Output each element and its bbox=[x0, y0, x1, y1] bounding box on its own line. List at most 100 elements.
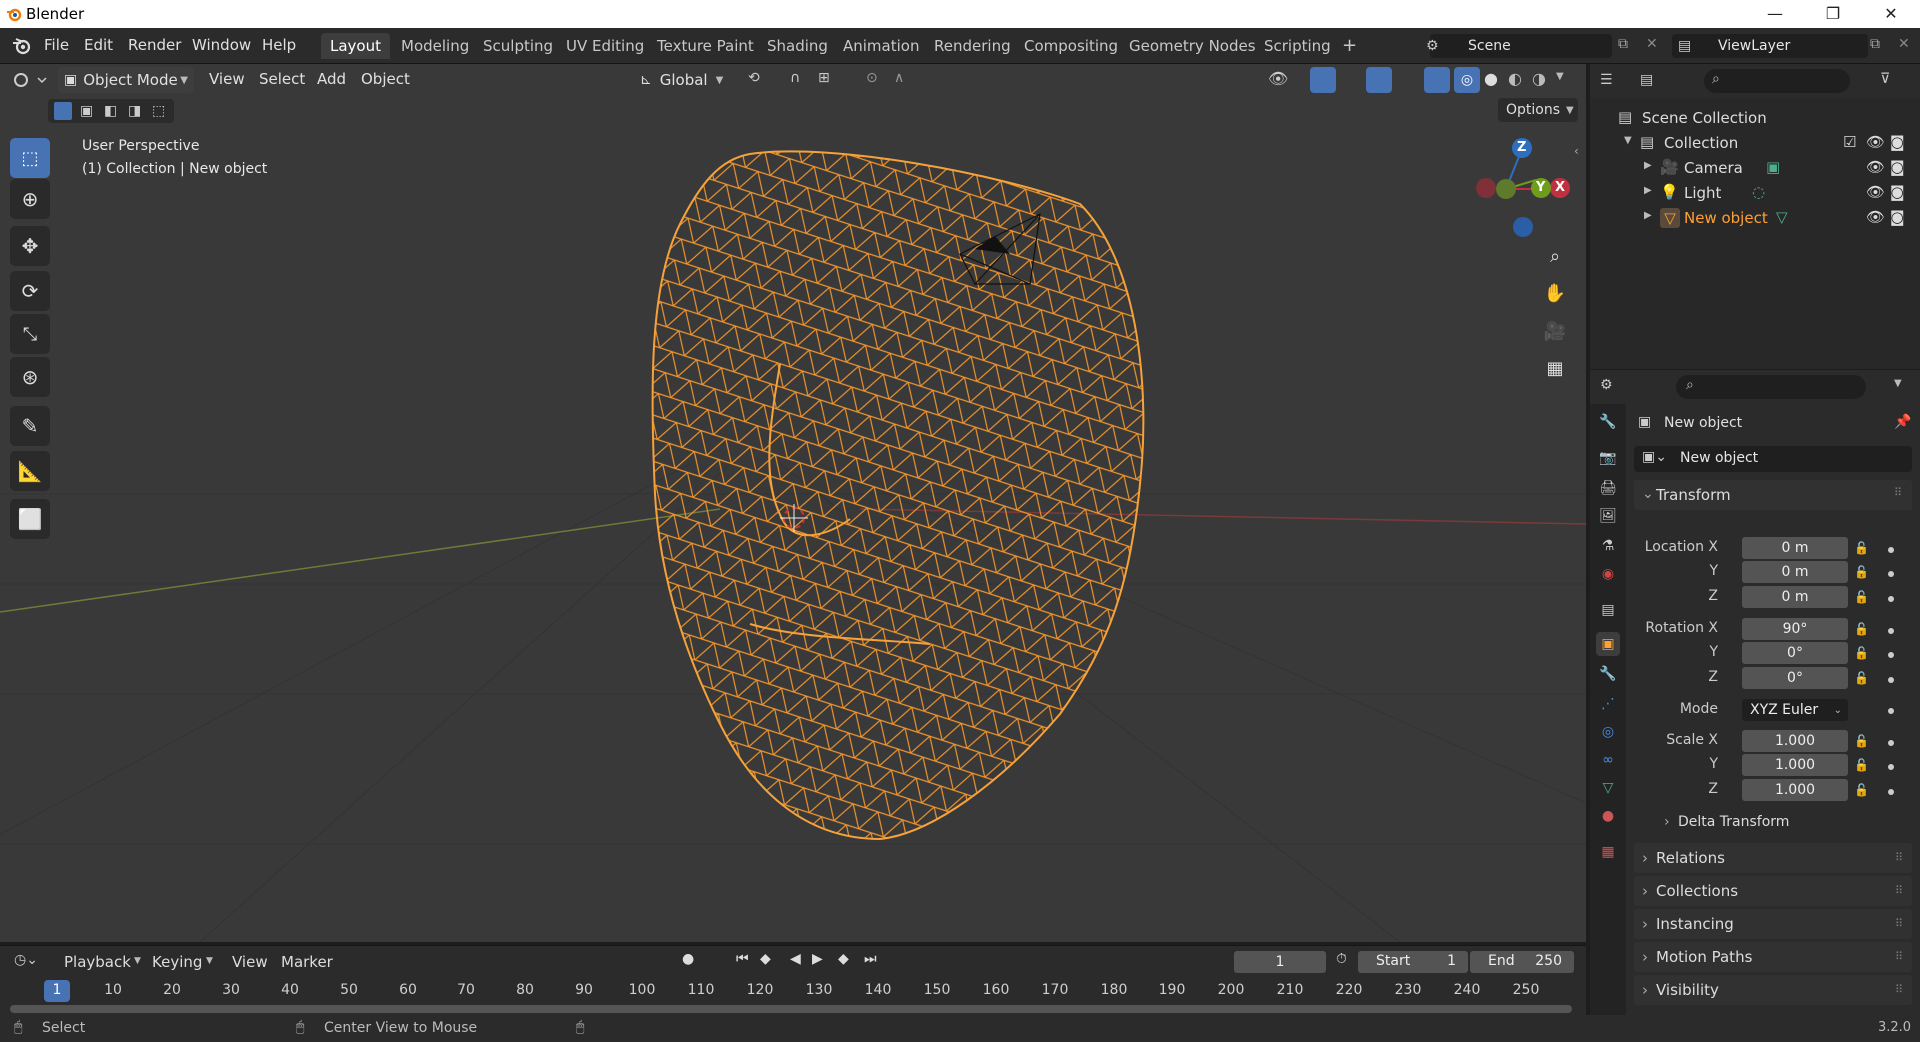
visibility-icon[interactable]: 👁 bbox=[1268, 69, 1288, 88]
lock-icon[interactable]: 🔓 bbox=[1854, 622, 1869, 636]
light-data-icon[interactable]: ◌ bbox=[1752, 183, 1765, 201]
material-shading-icon[interactable]: ◐ bbox=[1508, 69, 1522, 88]
tab-layout[interactable]: Layout bbox=[321, 33, 390, 59]
timeline-editor-icon[interactable]: ◷⌄ bbox=[14, 952, 38, 968]
tab-sculpting[interactable]: Sculpting bbox=[474, 33, 562, 59]
outliner-collection[interactable]: ▼ ▤ Collection ☑ 👁 ◙ bbox=[1590, 131, 1920, 156]
tool-transform[interactable]: ⊛ bbox=[10, 357, 50, 397]
location-x-field[interactable]: 0 m bbox=[1742, 537, 1848, 559]
tab-scene[interactable]: ⚗ bbox=[1596, 534, 1620, 558]
zoom-button[interactable]: ⌕ bbox=[1540, 241, 1570, 271]
expand-chevron-icon[interactable]: ▶ bbox=[1644, 185, 1652, 196]
tool-annotate[interactable]: ✎ bbox=[10, 406, 50, 446]
eye-icon[interactable]: 👁 bbox=[1866, 208, 1885, 226]
xray-toggle-button[interactable] bbox=[1424, 67, 1450, 93]
camera-data-icon[interactable]: ▣ bbox=[1766, 158, 1780, 176]
eye-icon[interactable]: 👁 bbox=[1866, 183, 1885, 201]
overlay-toggle-button[interactable] bbox=[1366, 67, 1392, 93]
tab-rendering[interactable]: Rendering bbox=[925, 33, 1020, 59]
location-y-field[interactable]: 0 m bbox=[1742, 561, 1848, 583]
scene-selector[interactable]: ⚙ Scene bbox=[1426, 34, 1612, 58]
tab-view-layer[interactable]: 🖼 bbox=[1596, 504, 1620, 528]
add-workspace-button[interactable]: + bbox=[1333, 33, 1366, 59]
tab-particles[interactable]: ⋰ bbox=[1596, 692, 1620, 716]
mesh-data-icon[interactable]: ▽ bbox=[1776, 208, 1788, 226]
location-z-field[interactable]: 0 m bbox=[1742, 586, 1848, 608]
delta-transform-subpanel[interactable]: › Delta Transform bbox=[1664, 810, 1904, 836]
object-datablock-field[interactable]: ▣⌄ New object bbox=[1634, 446, 1912, 472]
render-camera-icon[interactable]: ◙ bbox=[1890, 183, 1905, 201]
outliner-item-camera[interactable]: ▶ 🎥 Camera ▣ 👁 ◙ bbox=[1590, 156, 1920, 181]
timeline-menu-playback[interactable]: Playback bbox=[64, 953, 131, 971]
select-extend-icon[interactable]: ▣ bbox=[80, 103, 93, 119]
select-subtract-icon[interactable]: ◧ bbox=[104, 103, 117, 119]
viewport-menu-object[interactable]: Object bbox=[361, 70, 410, 88]
scale-z-field[interactable]: 1.000 bbox=[1742, 779, 1848, 801]
exclude-checkbox[interactable]: ☑ bbox=[1843, 133, 1856, 151]
render-camera-icon[interactable]: ◙ bbox=[1890, 208, 1905, 226]
menu-window[interactable]: Window bbox=[192, 36, 251, 54]
keyframe-dot-icon[interactable] bbox=[1888, 764, 1894, 770]
tab-tool[interactable]: 🔧 bbox=[1596, 410, 1620, 434]
chevron-down-icon[interactable]: ▼ bbox=[1894, 378, 1902, 389]
drag-grip-icon[interactable]: ⠿ bbox=[1895, 909, 1903, 939]
tool-add-cube[interactable]: ⬜ bbox=[10, 499, 50, 539]
viewport-menu-add[interactable]: Add bbox=[317, 70, 346, 88]
tab-collection[interactable]: ▤ bbox=[1596, 598, 1620, 622]
solid-shading-icon[interactable]: ● bbox=[1484, 69, 1498, 88]
expand-chevron-icon[interactable]: ▶ bbox=[1644, 160, 1652, 171]
sidebar-toggle-icon[interactable]: ‹ bbox=[1574, 144, 1579, 158]
camera-view-button[interactable]: 🎥 bbox=[1540, 316, 1570, 346]
tab-compositing[interactable]: Compositing bbox=[1015, 33, 1127, 59]
tab-uv-editing[interactable]: UV Editing bbox=[557, 33, 653, 59]
record-icon[interactable]: ● bbox=[682, 951, 694, 967]
rotation-x-field[interactable]: 90° bbox=[1742, 618, 1848, 640]
rotation-mode-select[interactable]: XYZ Euler ⌄ bbox=[1742, 699, 1848, 721]
prev-keyframe-icon[interactable]: ◆ bbox=[760, 951, 771, 967]
display-mode-icon[interactable]: ▤ bbox=[1640, 72, 1653, 88]
menu-edit[interactable]: Edit bbox=[84, 36, 113, 54]
3d-viewport[interactable]: Z Y X ▣ Object Mode ▼ View Select Add Ob… bbox=[0, 64, 1586, 942]
tab-texture[interactable]: ▦ bbox=[1596, 840, 1620, 864]
tool-select-box[interactable]: ⬚ bbox=[10, 138, 50, 178]
play-icon[interactable]: ▶ bbox=[812, 951, 823, 967]
jump-start-icon[interactable]: ⏮ bbox=[736, 951, 749, 967]
tab-modeling[interactable]: Modeling bbox=[392, 33, 478, 59]
pin-icon[interactable]: 📌 bbox=[1894, 414, 1911, 430]
properties-editor-icon[interactable]: ⚙ bbox=[1600, 377, 1613, 393]
tab-object[interactable]: ▣ bbox=[1596, 632, 1620, 656]
expand-chevron-icon[interactable]: ▶ bbox=[1644, 210, 1652, 221]
editor-type-icon[interactable] bbox=[12, 70, 50, 90]
menu-render[interactable]: Render bbox=[128, 36, 181, 54]
eye-icon[interactable]: 👁 bbox=[1866, 133, 1885, 151]
tool-cursor[interactable]: ⊕ bbox=[10, 179, 50, 219]
keyframe-dot-icon[interactable] bbox=[1888, 547, 1894, 553]
snap-target-icon[interactable]: ⊞ bbox=[818, 70, 830, 86]
rotation-y-field[interactable]: 0° bbox=[1742, 642, 1848, 664]
end-frame-field[interactable]: End 250 bbox=[1470, 951, 1574, 973]
start-frame-field[interactable]: Start 1 bbox=[1358, 951, 1468, 973]
lock-icon[interactable]: 🔓 bbox=[1854, 734, 1869, 748]
eye-icon[interactable]: 👁 bbox=[1866, 158, 1885, 176]
lock-icon[interactable]: 🔓 bbox=[1854, 758, 1869, 772]
viewport-menu-view[interactable]: View bbox=[209, 70, 245, 88]
rotation-z-field[interactable]: 0° bbox=[1742, 667, 1848, 689]
menu-file[interactable]: File bbox=[44, 36, 69, 54]
visibility-panel[interactable]: › Visibility ⠿ bbox=[1634, 975, 1912, 1005]
stopwatch-icon[interactable]: ⏱ bbox=[1336, 951, 1347, 967]
drag-grip-icon[interactable]: ⠿ bbox=[1895, 942, 1903, 972]
menu-help[interactable]: Help bbox=[262, 36, 296, 54]
wireframe-shading-button[interactable]: ◎ bbox=[1454, 67, 1480, 93]
keyframe-dot-icon[interactable] bbox=[1888, 740, 1894, 746]
selection-mode-group[interactable]: ▣ ◧ ◨ ⬚ bbox=[48, 99, 174, 123]
outliner-item-light[interactable]: ▶ 💡 Light ◌ 👁 ◙ bbox=[1590, 181, 1920, 206]
tab-data[interactable]: ▽ bbox=[1596, 776, 1620, 800]
drag-grip-icon[interactable]: ⠿ bbox=[1895, 843, 1903, 873]
timeline-menu-keying[interactable]: Keying bbox=[152, 953, 202, 971]
new-viewlayer-icon[interactable]: ⧉ bbox=[1870, 36, 1880, 52]
keyframe-dot-icon[interactable] bbox=[1888, 708, 1894, 714]
pivot-point-icon[interactable]: ⟲ bbox=[748, 70, 760, 86]
options-dropdown[interactable]: Options ▼ bbox=[1498, 98, 1578, 122]
keyframe-dot-icon[interactable] bbox=[1888, 677, 1894, 683]
snap-icon[interactable]: ∩ bbox=[790, 70, 800, 86]
